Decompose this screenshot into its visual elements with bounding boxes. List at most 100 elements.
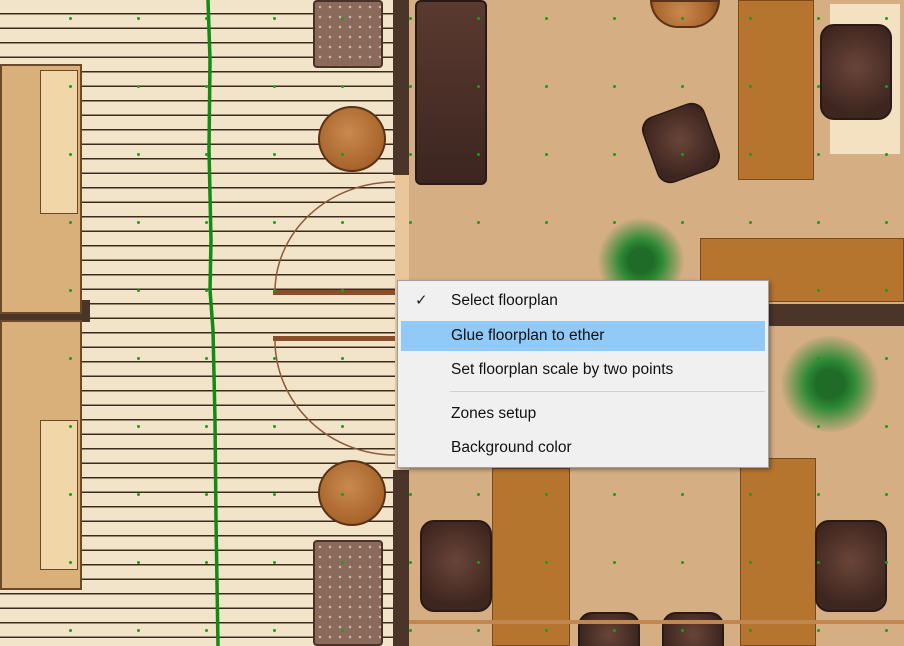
grid-point [273, 153, 276, 156]
grid-point [613, 561, 616, 564]
grid-point [409, 561, 412, 564]
grid-point [341, 357, 344, 360]
grid-point [69, 153, 72, 156]
grid-point [341, 289, 344, 292]
menu-item-label: Select floorplan [451, 292, 558, 309]
grid-point [137, 425, 140, 428]
grid-point [545, 17, 548, 20]
grid-point [341, 17, 344, 20]
grid-point [885, 289, 888, 292]
grid-point [69, 629, 72, 632]
grid-point [273, 289, 276, 292]
grid-point [205, 153, 208, 156]
grid-point [409, 493, 412, 496]
grid-point [205, 629, 208, 632]
grid-point [681, 561, 684, 564]
grid-point [545, 153, 548, 156]
grid-point [341, 629, 344, 632]
grid-point [885, 425, 888, 428]
grid-point [477, 221, 480, 224]
grid-point [477, 85, 480, 88]
grid-point [341, 493, 344, 496]
grid-point [409, 629, 412, 632]
grid-point [749, 629, 752, 632]
grid-point [749, 493, 752, 496]
grid-point [69, 221, 72, 224]
grid-point [477, 17, 480, 20]
menu-item-glue-floorplan[interactable]: Glue floorplan to ether [401, 321, 765, 351]
grid-point [817, 17, 820, 20]
grid-point [885, 85, 888, 88]
grid-point [205, 221, 208, 224]
grid-point [205, 289, 208, 292]
grid-point [205, 85, 208, 88]
menu-item-background-color[interactable]: Background color [401, 433, 765, 463]
grid-point [273, 17, 276, 20]
grid-point [137, 493, 140, 496]
grid-point [613, 629, 616, 632]
grid-point [817, 85, 820, 88]
grid-point [545, 629, 548, 632]
grid-point [341, 561, 344, 564]
grid-point [817, 629, 820, 632]
grid-point [477, 561, 480, 564]
grid-point [885, 221, 888, 224]
grid-point [545, 85, 548, 88]
menu-item-label: Zones setup [451, 405, 537, 422]
grid-point [273, 357, 276, 360]
grid-point [817, 221, 820, 224]
grid-point [205, 425, 208, 428]
grid-point [545, 561, 548, 564]
grid-point [69, 289, 72, 292]
grid-point [205, 357, 208, 360]
grid-point [545, 221, 548, 224]
menu-item-zones-setup[interactable]: Zones setup [401, 399, 765, 429]
grid-point [137, 629, 140, 632]
grid-point [749, 153, 752, 156]
grid-point [205, 493, 208, 496]
grid-point [749, 17, 752, 20]
grid-point [205, 17, 208, 20]
grid-point [885, 629, 888, 632]
grid-point [749, 561, 752, 564]
grid-point [69, 561, 72, 564]
grid-point [885, 153, 888, 156]
grid-point [409, 17, 412, 20]
grid-point [885, 493, 888, 496]
menu-item-label: Glue floorplan to ether [451, 327, 605, 344]
grid-point [817, 561, 820, 564]
grid-point [613, 17, 616, 20]
grid-point [409, 221, 412, 224]
grid-point [341, 425, 344, 428]
grid-point [749, 85, 752, 88]
grid-point [273, 561, 276, 564]
grid-point [69, 85, 72, 88]
grid-point [817, 425, 820, 428]
grid-point [817, 493, 820, 496]
grid-point [69, 17, 72, 20]
grid-point [477, 153, 480, 156]
grid-point [205, 561, 208, 564]
grid-point [817, 357, 820, 360]
grid-point [273, 221, 276, 224]
menu-item-set-scale[interactable]: Set floorplan scale by two points [401, 355, 765, 385]
grid-point [69, 425, 72, 428]
grid-point [545, 493, 548, 496]
grid-point [137, 85, 140, 88]
grid-point [613, 221, 616, 224]
grid-point [477, 493, 480, 496]
grid-point [749, 221, 752, 224]
grid-point [681, 629, 684, 632]
grid-point [273, 425, 276, 428]
grid-point [477, 629, 480, 632]
grid-point [681, 493, 684, 496]
grid-point [137, 357, 140, 360]
grid-point [613, 85, 616, 88]
grid-point [885, 357, 888, 360]
grid-point [137, 561, 140, 564]
menu-item-select-floorplan[interactable]: ✓ Select floorplan [401, 286, 765, 316]
grid-point [613, 493, 616, 496]
menu-item-label: Set floorplan scale by two points [451, 361, 674, 378]
grid-point [817, 153, 820, 156]
grid-point [885, 561, 888, 564]
